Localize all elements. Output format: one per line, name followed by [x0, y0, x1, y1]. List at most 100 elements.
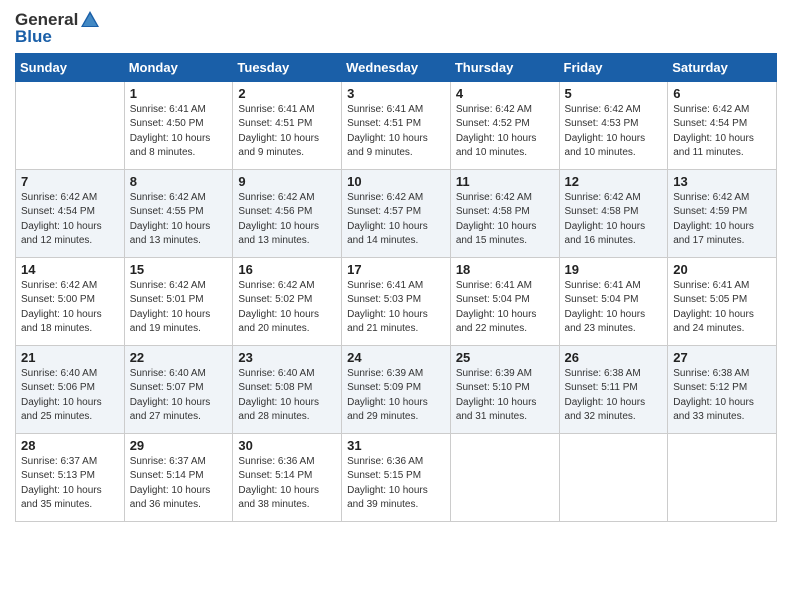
calendar-cell: 3Sunrise: 6:41 AM Sunset: 4:51 PM Daylig… — [342, 81, 451, 169]
day-info: Sunrise: 6:42 AM Sunset: 4:54 PM Dayligh… — [21, 191, 119, 249]
calendar-cell: 11 Sunrise: 6:42 AM Sunset: 4:58 PM Dayli… — [450, 169, 559, 257]
day-info: Sunrise: 6:41 AM Sunset: 4:50 PM Dayligh… — [130, 103, 228, 161]
day-info: Sunrise: 6:41 AM Sunset: 5:05 PM Dayligh… — [673, 279, 771, 337]
calendar-header-row: SundayMondayTuesdayWednesdayThursdayFrid… — [16, 53, 777, 81]
day-info: Sunrise: 6:41 AM Sunset: 5:04 PM Dayligh… — [456, 279, 554, 337]
logo-blue: Blue — [15, 28, 100, 47]
day-info: Sunrise: 6:39 AM Sunset: 5:10 PM Dayligh… — [456, 367, 554, 425]
calendar-cell: 17 Sunrise: 6:41 AM Sunset: 5:03 PM Dayli… — [342, 257, 451, 345]
calendar-cell: 6 Sunrise: 6:42 AM Sunset: 4:54 PM Daylig… — [668, 81, 777, 169]
calendar-cell: 27Sunrise: 6:38 AM Sunset: 5:12 PM Dayli… — [668, 345, 777, 433]
calendar-cell: 14 Sunrise: 6:42 AM Sunset: 5:00 PM Dayli… — [16, 257, 125, 345]
day-number: 31 — [347, 438, 445, 453]
calendar-week-row: 21 Sunrise: 6:40 AM Sunset: 5:06 PM Dayli… — [16, 345, 777, 433]
day-info: Sunrise: 6:36 AM Sunset: 5:14 PM Dayligh… — [238, 455, 336, 513]
calendar-cell: 4 Sunrise: 6:42 AM Sunset: 4:52 PM Daylig… — [450, 81, 559, 169]
calendar-cell: 7 Sunrise: 6:42 AM Sunset: 4:54 PM Daylig… — [16, 169, 125, 257]
day-info: Sunrise: 6:37 AM Sunset: 5:13 PM Dayligh… — [21, 455, 119, 513]
day-info: Sunrise: 6:41 AM Sunset: 4:51 PM Dayligh… — [347, 103, 445, 161]
calendar-cell — [450, 433, 559, 521]
calendar-cell — [16, 81, 125, 169]
day-of-week-header: Saturday — [668, 53, 777, 81]
day-number: 5 — [565, 86, 663, 101]
calendar-cell: 1Sunrise: 6:41 AM Sunset: 4:50 PM Daylig… — [124, 81, 233, 169]
day-number: 13 — [673, 174, 771, 189]
day-number: 15 — [130, 262, 228, 277]
calendar-table: SundayMondayTuesdayWednesdayThursdayFrid… — [15, 53, 777, 522]
day-number: 17 — [347, 262, 445, 277]
day-number: 21 — [21, 350, 119, 365]
day-info: Sunrise: 6:42 AM Sunset: 4:58 PM Dayligh… — [456, 191, 554, 249]
day-info: Sunrise: 6:42 AM Sunset: 4:54 PM Dayligh… — [673, 103, 771, 161]
day-number: 7 — [21, 174, 119, 189]
calendar-cell: 23 Sunrise: 6:40 AM Sunset: 5:08 PM Dayli… — [233, 345, 342, 433]
day-number: 14 — [21, 262, 119, 277]
day-info: Sunrise: 6:42 AM Sunset: 5:00 PM Dayligh… — [21, 279, 119, 337]
calendar-cell: 9 Sunrise: 6:42 AM Sunset: 4:56 PM Daylig… — [233, 169, 342, 257]
day-info: Sunrise: 6:37 AM Sunset: 5:14 PM Dayligh… — [130, 455, 228, 513]
calendar-week-row: 1Sunrise: 6:41 AM Sunset: 4:50 PM Daylig… — [16, 81, 777, 169]
calendar-cell: 12Sunrise: 6:42 AM Sunset: 4:58 PM Dayli… — [559, 169, 668, 257]
day-info: Sunrise: 6:41 AM Sunset: 5:03 PM Dayligh… — [347, 279, 445, 337]
day-info: Sunrise: 6:41 AM Sunset: 4:51 PM Dayligh… — [238, 103, 336, 161]
calendar-cell: 22Sunrise: 6:40 AM Sunset: 5:07 PM Dayli… — [124, 345, 233, 433]
day-info: Sunrise: 6:42 AM Sunset: 4:52 PM Dayligh… — [456, 103, 554, 161]
day-info: Sunrise: 6:42 AM Sunset: 4:56 PM Dayligh… — [238, 191, 336, 249]
day-of-week-header: Thursday — [450, 53, 559, 81]
day-info: Sunrise: 6:42 AM Sunset: 5:02 PM Dayligh… — [238, 279, 336, 337]
day-number: 2 — [238, 86, 336, 101]
day-info: Sunrise: 6:40 AM Sunset: 5:08 PM Dayligh… — [238, 367, 336, 425]
day-number: 30 — [238, 438, 336, 453]
day-of-week-header: Sunday — [16, 53, 125, 81]
day-number: 29 — [130, 438, 228, 453]
page: General Blue SundayMondayTuesdayWednesda… — [0, 0, 792, 612]
day-number: 12 — [565, 174, 663, 189]
calendar-cell: 2 Sunrise: 6:41 AM Sunset: 4:51 PM Daylig… — [233, 81, 342, 169]
calendar-cell: 25 Sunrise: 6:39 AM Sunset: 5:10 PM Dayli… — [450, 345, 559, 433]
day-info: Sunrise: 6:42 AM Sunset: 4:53 PM Dayligh… — [565, 103, 663, 161]
day-info: Sunrise: 6:42 AM Sunset: 4:57 PM Dayligh… — [347, 191, 445, 249]
day-info: Sunrise: 6:42 AM Sunset: 4:59 PM Dayligh… — [673, 191, 771, 249]
day-number: 11 — [456, 174, 554, 189]
day-number: 20 — [673, 262, 771, 277]
day-of-week-header: Friday — [559, 53, 668, 81]
day-info: Sunrise: 6:42 AM Sunset: 4:55 PM Dayligh… — [130, 191, 228, 249]
calendar-cell: 20 Sunrise: 6:41 AM Sunset: 5:05 PM Dayli… — [668, 257, 777, 345]
day-of-week-header: Monday — [124, 53, 233, 81]
calendar-cell: 24 Sunrise: 6:39 AM Sunset: 5:09 PM Dayli… — [342, 345, 451, 433]
calendar-cell: 21 Sunrise: 6:40 AM Sunset: 5:06 PM Dayli… — [16, 345, 125, 433]
day-info: Sunrise: 6:39 AM Sunset: 5:09 PM Dayligh… — [347, 367, 445, 425]
day-info: Sunrise: 6:38 AM Sunset: 5:12 PM Dayligh… — [673, 367, 771, 425]
calendar-cell: 15Sunrise: 6:42 AM Sunset: 5:01 PM Dayli… — [124, 257, 233, 345]
day-info: Sunrise: 6:40 AM Sunset: 5:06 PM Dayligh… — [21, 367, 119, 425]
day-number: 24 — [347, 350, 445, 365]
calendar-week-row: 28 Sunrise: 6:37 AM Sunset: 5:13 PM Dayli… — [16, 433, 777, 521]
header: General Blue — [15, 10, 777, 47]
day-number: 28 — [21, 438, 119, 453]
logo-icon — [80, 10, 100, 30]
day-number: 6 — [673, 86, 771, 101]
day-of-week-header: Tuesday — [233, 53, 342, 81]
calendar-cell: 8 Sunrise: 6:42 AM Sunset: 4:55 PM Daylig… — [124, 169, 233, 257]
day-number: 4 — [456, 86, 554, 101]
calendar-week-row: 7 Sunrise: 6:42 AM Sunset: 4:54 PM Daylig… — [16, 169, 777, 257]
day-number: 10 — [347, 174, 445, 189]
calendar-cell — [559, 433, 668, 521]
calendar-cell: 10 Sunrise: 6:42 AM Sunset: 4:57 PM Dayli… — [342, 169, 451, 257]
calendar-cell: 13 Sunrise: 6:42 AM Sunset: 4:59 PM Dayli… — [668, 169, 777, 257]
day-number: 23 — [238, 350, 336, 365]
day-number: 25 — [456, 350, 554, 365]
day-number: 8 — [130, 174, 228, 189]
day-info: Sunrise: 6:41 AM Sunset: 5:04 PM Dayligh… — [565, 279, 663, 337]
day-number: 26 — [565, 350, 663, 365]
day-info: Sunrise: 6:36 AM Sunset: 5:15 PM Dayligh… — [347, 455, 445, 513]
logo: General Blue — [15, 10, 100, 47]
day-info: Sunrise: 6:40 AM Sunset: 5:07 PM Dayligh… — [130, 367, 228, 425]
day-number: 16 — [238, 262, 336, 277]
day-number: 9 — [238, 174, 336, 189]
calendar-cell: 18Sunrise: 6:41 AM Sunset: 5:04 PM Dayli… — [450, 257, 559, 345]
calendar-body: 1Sunrise: 6:41 AM Sunset: 4:50 PM Daylig… — [16, 81, 777, 521]
calendar-cell: 28 Sunrise: 6:37 AM Sunset: 5:13 PM Dayli… — [16, 433, 125, 521]
calendar-cell: 5 Sunrise: 6:42 AM Sunset: 4:53 PM Daylig… — [559, 81, 668, 169]
calendar-cell: 19Sunrise: 6:41 AM Sunset: 5:04 PM Dayli… — [559, 257, 668, 345]
